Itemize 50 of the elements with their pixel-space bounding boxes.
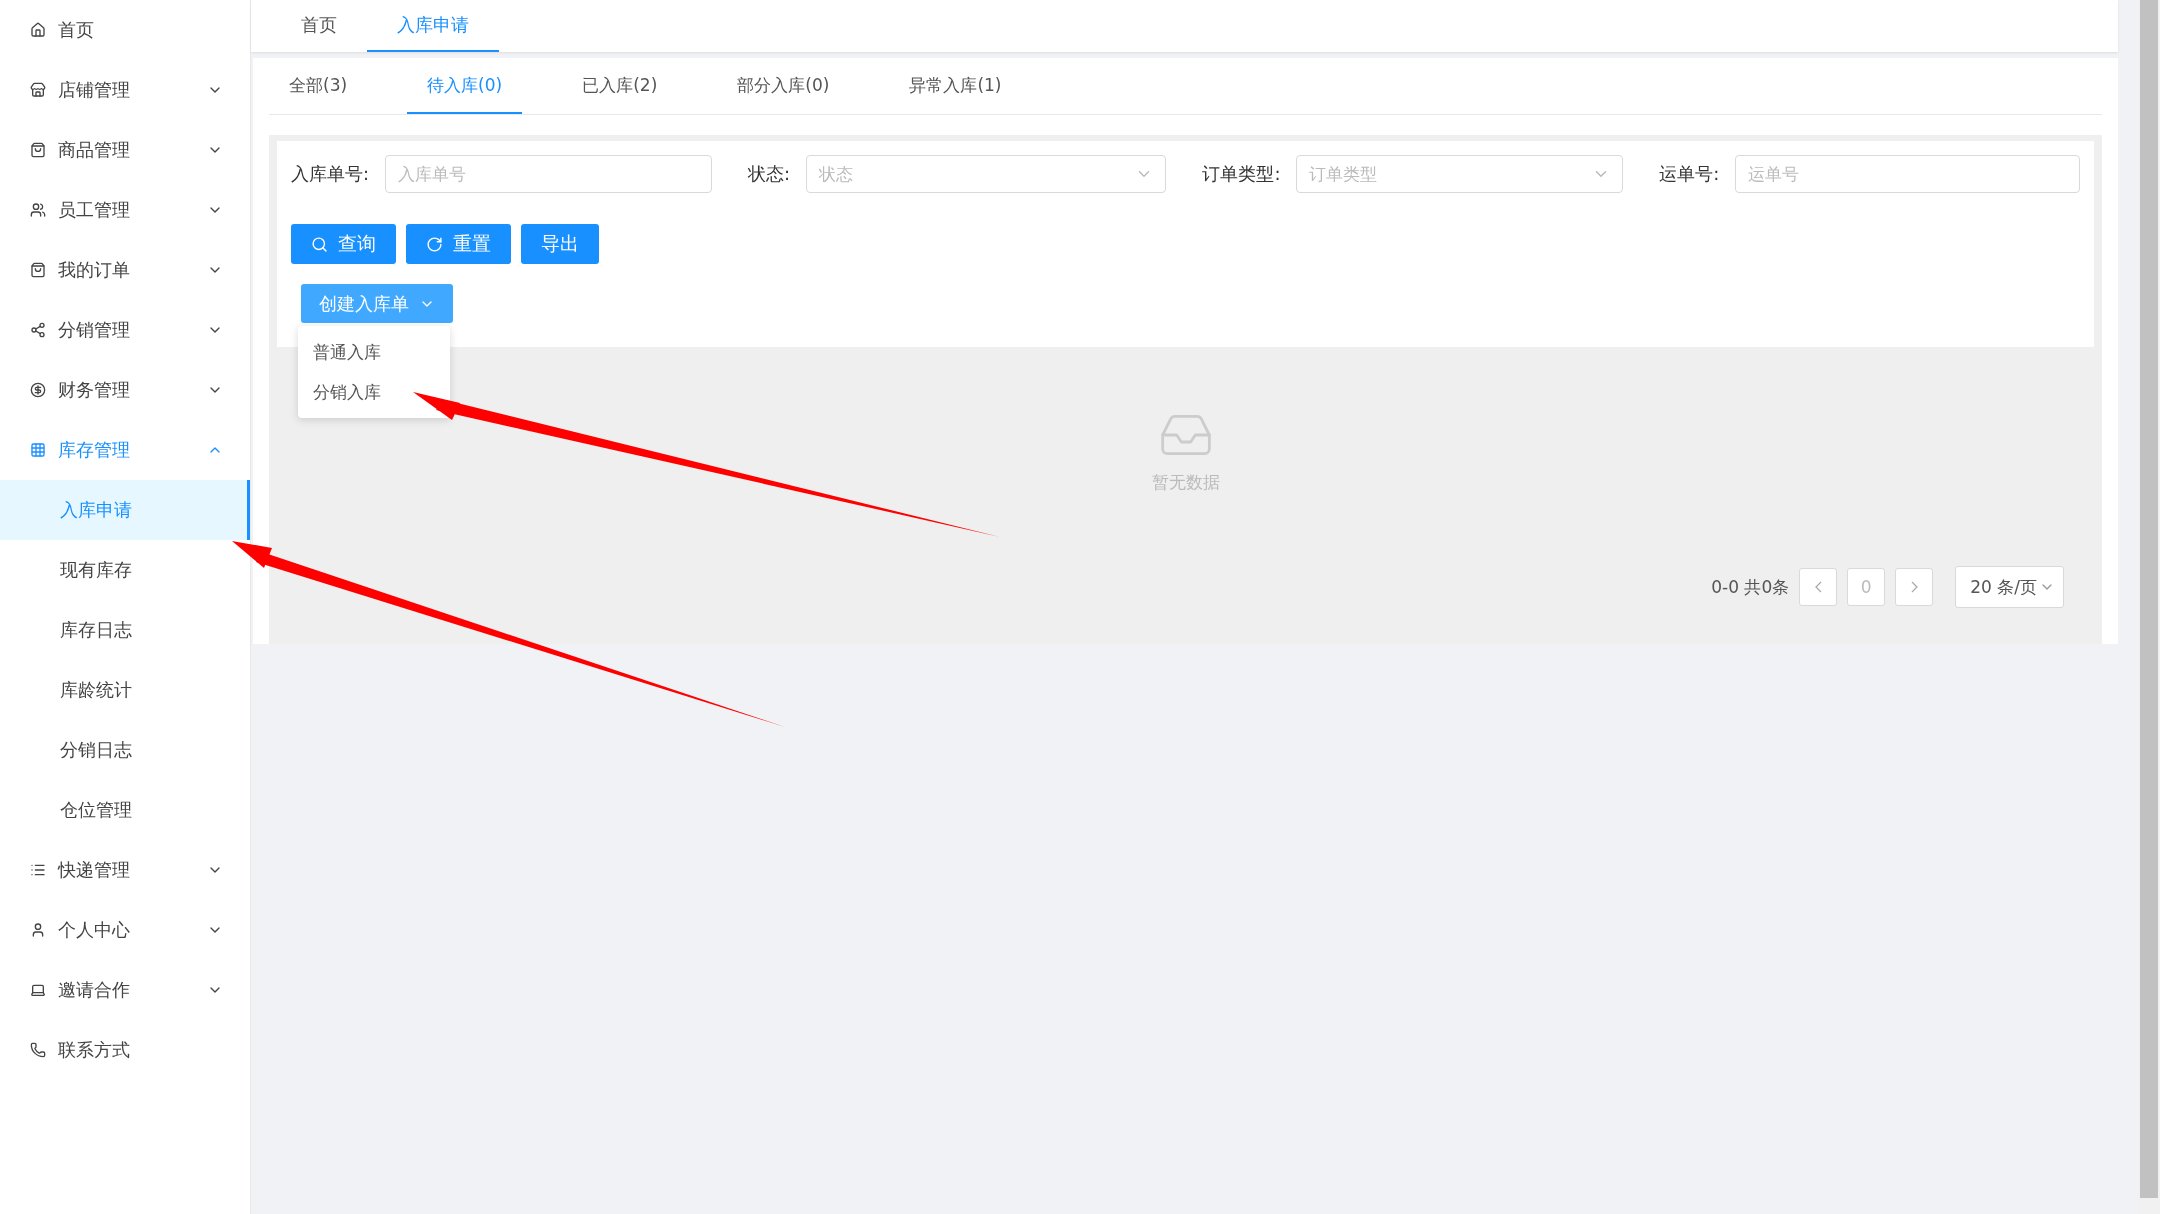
- sidebar-subitem[interactable]: 仓位管理: [0, 780, 250, 840]
- menu-icon: [30, 442, 46, 458]
- field-label: 运单号:: [1659, 162, 1720, 186]
- sidebar-subitem[interactable]: 库龄统计: [0, 660, 250, 720]
- status-tab[interactable]: 部分入库(0): [717, 58, 850, 114]
- prev-page-button[interactable]: [1799, 568, 1838, 606]
- menu-icon: [30, 922, 46, 938]
- menu-icon: [30, 322, 46, 338]
- search-icon: [311, 235, 328, 253]
- sidebar-item[interactable]: 首页: [0, 0, 250, 60]
- menu-item[interactable]: 普通入库: [298, 332, 450, 372]
- field-label: 订单类型:: [1202, 162, 1281, 186]
- field-label: 入库单号:: [291, 162, 370, 186]
- page-size-select[interactable]: 20 条/页: [1955, 566, 2064, 608]
- status-tab[interactable]: 已入库(2): [562, 58, 678, 114]
- menu-icon: [30, 22, 46, 38]
- input-field[interactable]: 运单号: [1735, 155, 2080, 193]
- page-tab[interactable]: 首页: [271, 0, 367, 52]
- sidebar-item[interactable]: 分销管理: [0, 300, 250, 360]
- status-tab[interactable]: 异常入库(1): [889, 58, 1022, 114]
- menu-item[interactable]: 分销入库: [298, 372, 450, 412]
- menu-icon: [30, 1042, 46, 1058]
- reload-icon: [426, 235, 443, 253]
- sidebar-item[interactable]: 个人中心: [0, 900, 250, 960]
- menu-icon: [30, 202, 46, 218]
- menu-icon: [30, 142, 46, 158]
- chevron-left-icon: [1814, 581, 1822, 593]
- field-label: 状态:: [747, 162, 791, 186]
- sidebar-item[interactable]: 快递管理: [0, 840, 250, 900]
- menu-icon: [30, 862, 46, 878]
- sidebar-item[interactable]: 我的订单: [0, 240, 250, 300]
- scrollbar[interactable]: [2138, 0, 2160, 1214]
- menu-icon: [30, 262, 46, 278]
- sidebar-subitem[interactable]: 分销日志: [0, 720, 250, 780]
- sidebar-item[interactable]: 店铺管理: [0, 60, 250, 120]
- sidebar-item[interactable]: 财务管理: [0, 360, 250, 420]
- sidebar-subitem[interactable]: 现有库存: [0, 540, 250, 600]
- sidebar-item[interactable]: 商品管理: [0, 120, 250, 180]
- sidebar-item[interactable]: 邀请合作: [0, 960, 250, 1020]
- menu-icon: [30, 82, 46, 98]
- menu-icon: [30, 982, 46, 998]
- sidebar-subitem[interactable]: 库存日志: [0, 600, 250, 660]
- chevron-right-icon: [1910, 581, 1918, 593]
- next-page-button[interactable]: [1895, 568, 1934, 606]
- status-tab[interactable]: 全部(3): [269, 58, 368, 114]
- menu-icon: [30, 382, 46, 398]
- sidebar-item[interactable]: 联系方式: [0, 1020, 250, 1080]
- input-field[interactable]: 入库单号: [385, 155, 712, 193]
- pagination-summary: 0-0 共0条: [1711, 575, 1790, 599]
- sidebar-item[interactable]: 员工管理: [0, 180, 250, 240]
